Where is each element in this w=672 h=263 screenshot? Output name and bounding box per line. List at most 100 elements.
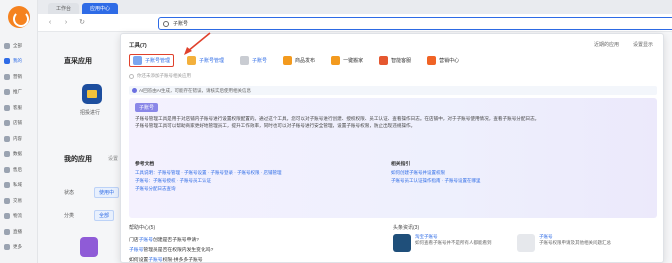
headline-card[interactable]: 淘宝子账号 如何查看子账号并不是所有人都能看到 <box>393 234 505 252</box>
tool-item[interactable]: 子账号管理 <box>184 54 227 67</box>
headline-text: 淘宝子账号 如何查看子账号并不是所有人都能看到 <box>415 234 505 246</box>
rail-item-icon <box>4 197 10 204</box>
ai-answer-tag: 子账号 <box>135 103 159 112</box>
search-results-panel: 工具(7) 近期的应用 设置显示 子账号管理 子账号管理 子账号 商品发布 一键搬家 智能… <box>120 33 664 263</box>
tool-icon <box>427 56 437 65</box>
rail-item-icon <box>4 58 10 64</box>
rail-item[interactable]: 物流 <box>4 211 36 222</box>
help-item-hl: 子账号 <box>138 238 154 243</box>
tool-icon <box>187 56 197 65</box>
rail-item-icon <box>4 166 10 173</box>
rail-item-label: 更多 <box>13 244 22 249</box>
rail-item[interactable]: 店铺 <box>4 118 36 129</box>
category-filter-button[interactable]: 全部 <box>94 210 115 221</box>
tool-label: 子账号 <box>252 58 268 64</box>
rail-item-label: 售后 <box>13 166 22 172</box>
search-input[interactable]: 子账号 × <box>158 17 672 30</box>
rail-item[interactable]: 数据 <box>4 149 36 160</box>
tool-label: 子账号管理 <box>199 58 225 64</box>
headline-thumbnail <box>393 234 411 252</box>
tool-item[interactable]: 商品发布 <box>280 54 318 67</box>
tool-icon <box>133 56 142 65</box>
rail-item-icon <box>4 228 10 235</box>
tab-workbench[interactable]: 工作台 <box>48 3 80 14</box>
rail-item[interactable]: 内容 <box>4 133 36 144</box>
rail-item-label: 店铺 <box>13 120 22 125</box>
tool-item[interactable]: 子账号 <box>237 54 270 67</box>
rail-item-icon <box>4 73 10 80</box>
tab-app-center[interactable]: 应用中心 <box>82 3 119 14</box>
rail-item[interactable]: 营销 <box>4 71 36 82</box>
empty-hint-text: 你还未添加子账号相关应用 <box>137 73 191 78</box>
section-title-mine: 我的应用 <box>64 156 92 163</box>
category-label: 分类 <box>64 213 75 219</box>
help-item[interactable]: 子账号管理员是否在权限内发生变化吗? <box>129 246 213 253</box>
app-logo-icon[interactable] <box>8 6 30 28</box>
tool-icon <box>283 56 293 65</box>
app-label[interactable]: 招投进行 <box>80 109 100 116</box>
app-card-icon[interactable] <box>80 237 98 257</box>
rail-item[interactable]: 推广 <box>4 87 36 98</box>
rail-item-icon <box>4 182 10 188</box>
back-icon[interactable]: ‹ <box>46 19 54 27</box>
tool-label: 一键搬家 <box>343 58 364 64</box>
tool-item[interactable]: 智能客服 <box>376 54 414 67</box>
help-item[interactable]: 门店子账号创建是否子账号申请? <box>129 236 199 243</box>
rail-item-label: 直播 <box>13 228 22 234</box>
tool-item[interactable]: 营销中心 <box>424 54 462 67</box>
help-item-pre: 门店 <box>129 238 139 243</box>
rail-item-icon <box>4 244 10 250</box>
ai-icon <box>132 88 137 93</box>
rail-item-label: 推广 <box>13 89 22 94</box>
tab-bar: 工作台 应用中心 <box>38 0 672 14</box>
rail-item[interactable]: 售后 <box>4 164 36 175</box>
help-item-post: 权限-拼多多子账号 <box>162 258 203 263</box>
rail-item[interactable]: 直播 <box>4 226 36 237</box>
status-filter-button[interactable]: 使用中 <box>94 187 120 198</box>
reference-link[interactable]: 子账号分配日志查询 <box>135 186 176 192</box>
headline-thumbnail <box>517 234 535 252</box>
headline-card[interactable]: 子账号 子账号权限申请及其他相关问题汇总 <box>517 234 629 252</box>
tool-list: 子账号管理 子账号管理 子账号 商品发布 一键搬家 智能客服 营销中心 <box>129 54 462 67</box>
help-item-post: 创建是否子账号申请? <box>153 238 199 243</box>
help-item[interactable]: 如何设置子账号权限-拼多多子账号 <box>129 256 203 263</box>
help-item-hl: 子账号 <box>129 248 144 253</box>
rail-item[interactable]: 私域 <box>4 180 36 191</box>
empty-hint: 你还未添加子账号相关应用 <box>129 73 191 79</box>
tool-icon <box>379 56 389 65</box>
rail-item-label: 内容 <box>13 135 22 141</box>
rail-item[interactable]: 交易 <box>4 195 36 206</box>
settings-link[interactable]: 设置 <box>108 155 118 162</box>
recent-apps-link[interactable]: 近期的应用 <box>594 41 619 48</box>
ai-notice-bar: AI回答由AI生成，可能存在错误，请核实后使用相关信息 <box>129 86 657 95</box>
reference-link[interactable]: 子账号：子账号授权 · 子账号员工认证 <box>135 178 211 184</box>
ai-answer-paragraph-1: 子账号管理工具是用于对店铺内子账号进行设置权限配置的。通过这个工具，您可以对子账… <box>135 116 540 121</box>
app-icon[interactable] <box>82 84 102 104</box>
refresh-icon[interactable]: ↻ <box>78 19 86 27</box>
rail-item[interactable]: 我的 <box>4 56 36 67</box>
headline-text: 子账号 子账号权限申请及其他相关问题汇总 <box>539 234 629 246</box>
panel-header-links: 近期的应用 设置显示 <box>594 41 653 48</box>
rail-item[interactable]: 全部 <box>4 40 36 51</box>
ai-notice-text: AI回答由AI生成，可能存在错误，请核实后使用相关信息 <box>139 87 252 93</box>
rail-item-icon <box>4 213 10 219</box>
ai-answer-card: 子账号 子账号管理工具是用于对店铺内子账号进行设置权限配置的。通过这个工具，您可… <box>129 98 657 218</box>
forward-icon[interactable]: › <box>62 19 70 27</box>
help-item-post: 管理员是否在权限内发生变化吗? <box>143 248 214 253</box>
tool-label: 子账号管理 <box>145 58 171 64</box>
rail-item-icon <box>4 42 10 49</box>
rail-item-label: 私域 <box>13 182 22 187</box>
tool-label: 营销中心 <box>439 58 460 64</box>
reference-link[interactable]: 工具说明：子账号管理 · 子账号设置 · 子账号登录 · 子账号权限 · 店铺管… <box>135 170 282 176</box>
tool-label: 智能客服 <box>391 58 412 64</box>
rail-item[interactable]: 更多 <box>4 242 36 253</box>
tool-item[interactable]: 子账号管理 <box>129 54 175 67</box>
reference-link[interactable]: 如何创建子账号并设置权限 <box>391 170 445 176</box>
tool-item[interactable]: 一键搬家 <box>328 54 366 67</box>
rail-item[interactable]: 客服 <box>4 102 36 113</box>
reference-link[interactable]: 子账号员工认证操作指南 · 子账号设置在哪里 <box>391 178 481 184</box>
display-settings-link[interactable]: 设置显示 <box>633 41 653 48</box>
info-circle-icon <box>129 73 134 79</box>
tool-icon <box>240 56 250 65</box>
section-title-buy: 直采应用 <box>64 58 92 65</box>
